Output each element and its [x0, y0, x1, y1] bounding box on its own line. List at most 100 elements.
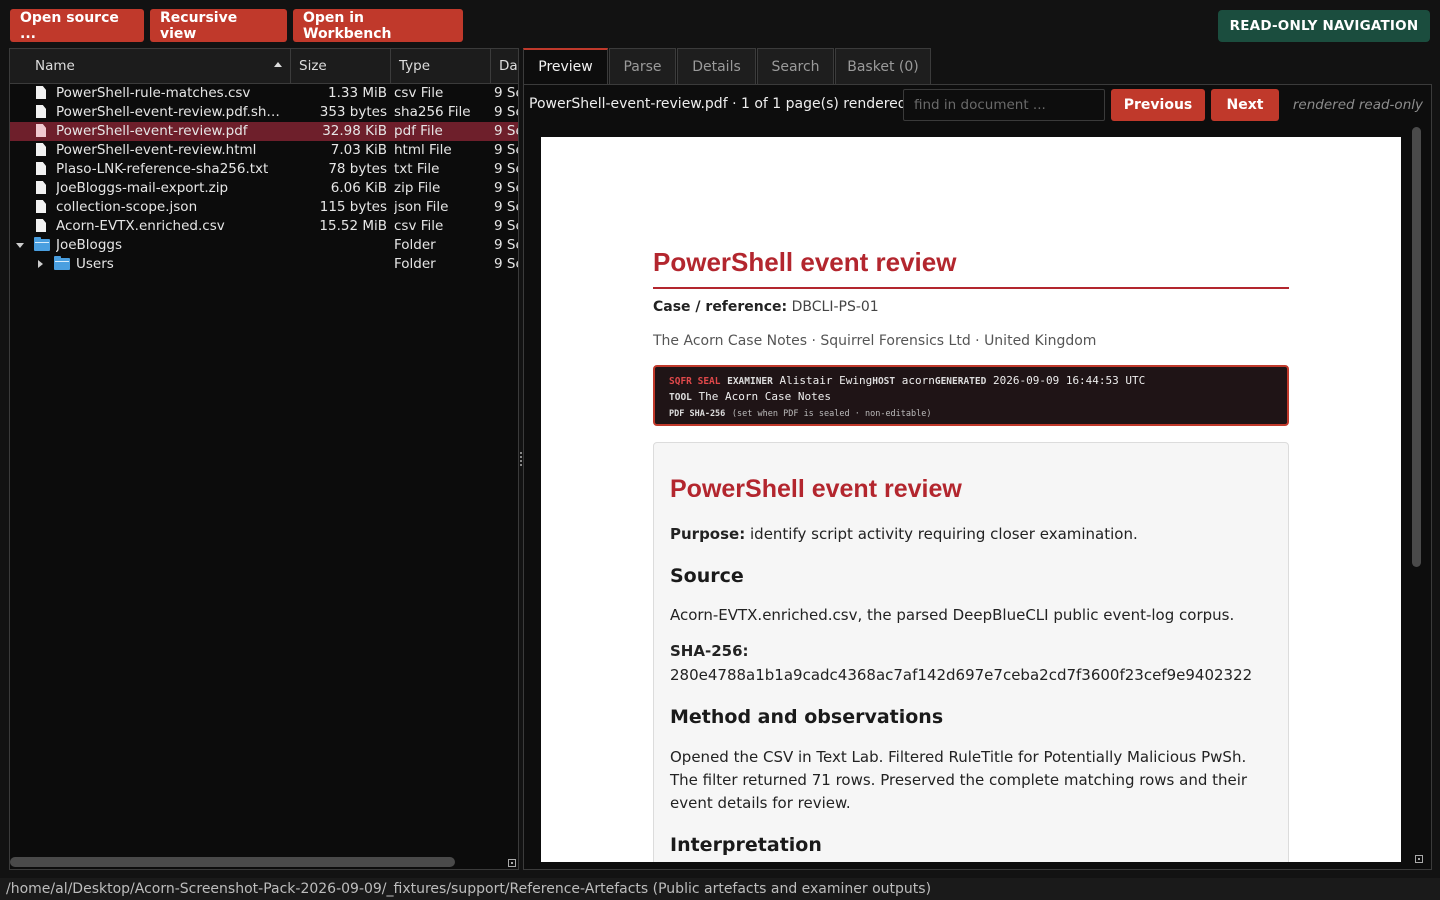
column-type-label: Type [399, 58, 431, 74]
file-type: html File [394, 142, 452, 158]
seal-label: SQFR SEAL [669, 376, 721, 387]
table-row-selected[interactable]: PowerShell-event-review.pdf 32.98 KiB pd… [10, 122, 518, 141]
seal-line-3: PDF SHA-256 (set when PDF is sealed · no… [669, 405, 1273, 422]
pdf-sha-label: PDF SHA-256 [669, 409, 726, 419]
purpose-text: identify script activity requiring close… [750, 525, 1138, 543]
examiner-value: Alistair Ewing [779, 374, 873, 387]
title-divider [653, 287, 1289, 289]
interpretation-heading: Interpretation [670, 834, 822, 856]
file-date: 9 Se [494, 161, 518, 177]
table-row[interactable]: PowerShell-event-review.pdf.sh… 353 byte… [10, 103, 518, 122]
table-row[interactable]: PowerShell-rule-matches.csv 1.33 MiB csv… [10, 84, 518, 103]
file-date: 9 Se [494, 142, 518, 158]
case-value: DBCLI-PS-01 [791, 299, 879, 315]
column-header-type[interactable]: Type [391, 49, 491, 83]
host-label: HOST [872, 376, 896, 387]
file-size: 115 bytes [319, 199, 387, 215]
file-name: PowerShell-rule-matches.csv [56, 85, 251, 101]
file-name: PowerShell-event-review.pdf.sh… [56, 104, 280, 120]
column-header-size[interactable]: Size [291, 49, 391, 83]
file-date: 9 Se [494, 199, 518, 215]
document-render-info: PowerShell-event-review.pdf · 1 of 1 pag… [529, 96, 907, 112]
open-source-button[interactable]: Open source ... [10, 9, 144, 42]
open-in-workbench-button[interactable]: Open in Workbench [293, 9, 463, 42]
column-header-name[interactable]: Name [10, 49, 291, 83]
column-header-date[interactable]: Dat [491, 49, 518, 83]
document-title: PowerShell event review [653, 247, 957, 277]
tool-value: The Acorn Case Notes [698, 390, 831, 403]
collapse-arrow-icon[interactable] [16, 243, 24, 248]
table-row[interactable]: Plaso-LNK-reference-sha256.txt 78 bytes … [10, 160, 518, 179]
folder-name: JoeBloggs [56, 237, 122, 253]
seal-line-2: TOOL The Acorn Case Notes [669, 389, 1273, 405]
examiner-label: EXAMINER [727, 376, 773, 387]
table-row[interactable]: collection-scope.json 115 bytes json Fil… [10, 198, 518, 217]
file-list: PowerShell-rule-matches.csv 1.33 MiB csv… [10, 84, 518, 274]
file-icon [36, 86, 46, 99]
file-size: 15.52 MiB [319, 218, 387, 234]
file-name: PowerShell-event-review.pdf [56, 123, 248, 139]
tab-search[interactable]: Search [757, 48, 834, 84]
folder-row[interactable]: Users Folder 9 Se [10, 255, 518, 274]
sha256-value: 280e4788a1b1a9cadc4368ac7af142d697e7ceba… [670, 666, 1253, 684]
panel-corner-icon [1415, 855, 1423, 863]
panel-splitter-handle[interactable] [520, 452, 522, 468]
status-bar: /home/al/Desktop/Acorn-Screenshot-Pack-2… [0, 878, 1440, 900]
previous-button[interactable]: Previous [1111, 89, 1205, 121]
sort-ascending-icon [274, 62, 282, 67]
file-icon [36, 181, 46, 194]
generated-value: 2026-09-09 16:44:53 UTC [992, 374, 1146, 387]
purpose-line: Purpose: identify script activity requir… [670, 525, 1138, 543]
table-row[interactable]: Acorn-EVTX.enriched.csv 15.52 MiB csv Fi… [10, 217, 518, 236]
vertical-scrollbar[interactable] [1412, 127, 1421, 567]
horizontal-scrollbar[interactable] [10, 857, 455, 867]
examiner-seal-box: SQFR SEAL EXAMINER Alistair EwingHOST ac… [653, 365, 1289, 426]
current-path: /home/al/Desktop/Acorn-Screenshot-Pack-2… [6, 881, 932, 897]
file-size: 32.98 KiB [322, 123, 387, 139]
file-size: 78 bytes [328, 161, 387, 177]
file-date: 9 Se [494, 85, 518, 101]
file-icon [36, 200, 46, 213]
file-type: txt File [394, 161, 440, 177]
file-date: 9 Se [494, 218, 518, 234]
host-value: acorn [901, 374, 935, 387]
file-table-header: Name Size Type Dat [10, 49, 518, 84]
read-only-navigation-button[interactable]: READ-ONLY NAVIGATION [1218, 10, 1430, 42]
column-size-label: Size [299, 58, 327, 74]
table-row[interactable]: JoeBloggs-mail-export.zip 6.06 KiB zip F… [10, 179, 518, 198]
file-icon [36, 143, 46, 156]
file-name: Plaso-LNK-reference-sha256.txt [56, 161, 269, 177]
file-name: JoeBloggs-mail-export.zip [56, 180, 229, 196]
file-size: 7.03 KiB [330, 142, 387, 158]
tab-parse[interactable]: Parse [609, 48, 676, 84]
folder-date: 9 Se [494, 256, 518, 272]
file-browser-panel: Name Size Type Dat PowerShell-rule-match… [9, 48, 519, 870]
seal-line-1: SQFR SEAL EXAMINER Alistair EwingHOST ac… [669, 373, 1273, 389]
file-type: pdf File [394, 123, 443, 139]
folder-date: 9 Se [494, 237, 518, 253]
table-row[interactable]: PowerShell-event-review.html 7.03 KiB ht… [10, 141, 518, 160]
expand-arrow-icon[interactable] [38, 260, 43, 268]
pdf-sha-value: (set when PDF is sealed · non-editable) [731, 409, 932, 419]
preview-toolbar: PowerShell-event-review.pdf · 1 of 1 pag… [524, 85, 1431, 125]
find-in-document-input[interactable] [903, 89, 1105, 121]
file-icon [36, 162, 46, 175]
tool-label: TOOL [669, 392, 692, 403]
next-button[interactable]: Next [1211, 89, 1279, 121]
recursive-view-button[interactable]: Recursive view [150, 9, 287, 42]
tab-details[interactable]: Details [677, 48, 756, 84]
file-type: csv File [394, 85, 444, 101]
file-icon [36, 219, 46, 232]
folder-type: Folder [394, 237, 436, 253]
file-size: 6.06 KiB [330, 180, 387, 196]
tab-preview[interactable]: Preview [523, 48, 608, 84]
file-icon [36, 105, 46, 118]
file-type: csv File [394, 218, 444, 234]
tab-basket[interactable]: Basket (0) [835, 48, 931, 84]
method-heading: Method and observations [670, 706, 944, 728]
file-type: sha256 File [394, 104, 471, 120]
file-icon [36, 124, 46, 137]
folder-row[interactable]: JoeBloggs Folder 9 Se [10, 236, 518, 255]
folder-icon [34, 237, 50, 251]
sha256-label: SHA-256: [670, 642, 749, 660]
